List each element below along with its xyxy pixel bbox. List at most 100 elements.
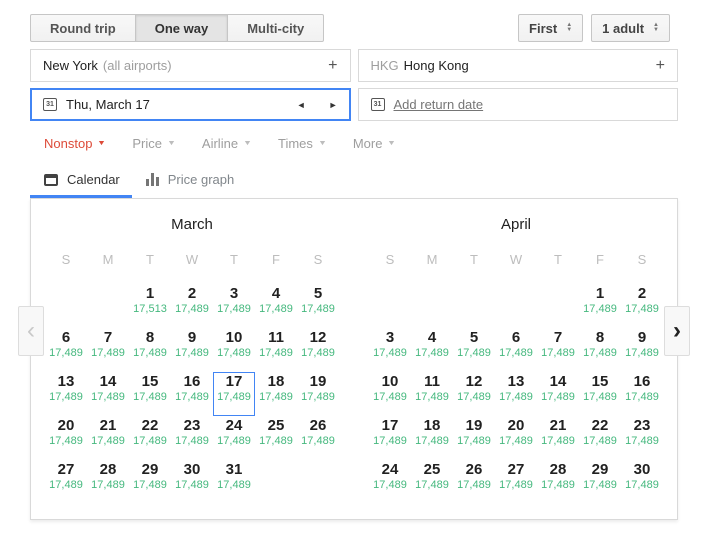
calendar-day-cell[interactable]: 1017,489 [213,328,255,372]
next-month-button[interactable]: › [664,306,690,356]
one-way-button[interactable]: One way [135,14,228,42]
day-price: 17,489 [297,302,339,316]
day-number: 28 [537,461,579,478]
prev-day-icon[interactable]: ◄ [297,100,306,110]
calendar-day-cell[interactable]: 117,489 [579,284,621,328]
calendar-day-cell[interactable]: 2017,489 [495,416,537,460]
calendar-day-cell[interactable]: 2817,489 [537,460,579,504]
return-date-field[interactable]: 31 Add return date [358,88,679,121]
calendar-day-cell[interactable]: 217,489 [171,284,213,328]
calendar-day-cell[interactable]: 1217,489 [453,372,495,416]
destination-field[interactable]: HKG Hong Kong + [358,49,679,82]
prev-month-button[interactable]: ‹ [18,306,44,356]
filter-price[interactable]: Price ▼ [132,136,175,151]
calendar-day-cell[interactable]: 1317,489 [45,372,87,416]
calendar-day-cell[interactable]: 417,489 [255,284,297,328]
day-number: 8 [579,329,621,346]
calendar-day-cell[interactable]: 2217,489 [579,416,621,460]
bar-chart-icon [146,173,159,186]
calendar-day-cell[interactable]: 1417,489 [537,372,579,416]
tab-price-graph[interactable]: Price graph [132,161,246,198]
calendar-day-cell[interactable]: 2517,489 [255,416,297,460]
plus-icon[interactable]: + [656,58,665,74]
calendar-day-cell[interactable]: 917,489 [171,328,213,372]
calendar-day-cell[interactable]: 2517,489 [411,460,453,504]
calendar-day-cell[interactable]: 1717,489 [213,372,255,416]
calendar-day-cell[interactable]: 1517,489 [579,372,621,416]
calendar-day-cell[interactable]: 1917,489 [453,416,495,460]
day-number: 11 [411,373,453,390]
plus-icon[interactable]: + [328,58,337,74]
filter-label: Times [278,136,313,151]
calendar-day-cell[interactable]: 517,489 [297,284,339,328]
calendar-empty-cell [87,284,129,328]
calendar-day-cell[interactable]: 517,489 [453,328,495,372]
calendar-day-cell[interactable]: 2617,489 [297,416,339,460]
calendar-day-cell[interactable]: 1117,489 [411,372,453,416]
day-number: 4 [411,329,453,346]
calendar-day-cell[interactable]: 1917,489 [297,372,339,416]
calendar-icon: 31 [43,98,57,111]
calendar-day-cell[interactable]: 1817,489 [255,372,297,416]
calendar-day-cell[interactable]: 2917,489 [579,460,621,504]
round-trip-button[interactable]: Round trip [30,14,136,42]
calendar-day-cell[interactable]: 1217,489 [297,328,339,372]
calendar-day-cell[interactable]: 1317,489 [495,372,537,416]
calendar-day-cell[interactable]: 2317,489 [171,416,213,460]
calendar-day-cell[interactable]: 1517,489 [129,372,171,416]
passenger-count-dropdown[interactable]: 1 adult ▲▼ [591,14,670,42]
calendar-day-cell[interactable]: 1117,489 [255,328,297,372]
calendar-day-cell[interactable]: 2017,489 [45,416,87,460]
calendar-day-cell[interactable]: 817,489 [579,328,621,372]
calendar-day-cell[interactable]: 717,489 [87,328,129,372]
calendar-day-cell[interactable]: 3017,489 [621,460,663,504]
calendar-day-cell[interactable]: 317,489 [213,284,255,328]
day-number: 1 [579,285,621,302]
calendar-day-cell[interactable]: 2717,489 [495,460,537,504]
calendar-day-cell[interactable]: 317,489 [369,328,411,372]
calendar-day-cell[interactable]: 2817,489 [87,460,129,504]
day-price: 17,489 [213,346,255,360]
calendar-day-cell[interactable]: 2917,489 [129,460,171,504]
calendar-day-cell[interactable]: 417,489 [411,328,453,372]
calendar-day-cell[interactable]: 3117,489 [213,460,255,504]
calendar-empty-cell [411,284,453,328]
filter-airline[interactable]: Airline ▼ [202,136,251,151]
calendar-day-cell[interactable]: 1017,489 [369,372,411,416]
calendar-day-cell[interactable]: 617,489 [45,328,87,372]
calendar-empty-cell [453,284,495,328]
calendar-day-cell[interactable]: 117,513 [129,284,171,328]
add-return-date-link[interactable]: Add return date [394,97,484,112]
calendar-day-cell[interactable]: 817,489 [129,328,171,372]
calendar-day-cell[interactable]: 2617,489 [453,460,495,504]
calendar-day-cell[interactable]: 3017,489 [171,460,213,504]
calendar-day-cell[interactable]: 2417,489 [369,460,411,504]
calendar-day-cell[interactable]: 2117,489 [537,416,579,460]
tab-calendar[interactable]: Calendar [30,161,132,198]
calendar-day-cell[interactable]: 1717,489 [369,416,411,460]
calendar-day-cell[interactable]: 917,489 [621,328,663,372]
calendar-day-cell[interactable]: 2717,489 [45,460,87,504]
filter-more[interactable]: More ▼ [353,136,396,151]
calendar-day-cell[interactable]: 717,489 [537,328,579,372]
calendar-day-cell[interactable]: 1617,489 [621,372,663,416]
calendar-day-cell[interactable]: 1617,489 [171,372,213,416]
cabin-class-dropdown[interactable]: First ▲▼ [518,14,583,42]
weekday-header: W [171,252,213,284]
multi-city-button[interactable]: Multi-city [227,14,324,42]
calendar-day-cell[interactable]: 2117,489 [87,416,129,460]
departure-date-field[interactable]: 31 Thu, March 17 ◄ ► [30,88,351,121]
next-day-icon[interactable]: ► [329,100,338,110]
calendar-day-cell[interactable]: 617,489 [495,328,537,372]
filter-times[interactable]: Times ▼ [278,136,326,151]
calendar-day-cell[interactable]: 1817,489 [411,416,453,460]
calendar-day-cell[interactable]: 2317,489 [621,416,663,460]
calendar-day-cell[interactable]: 2417,489 [213,416,255,460]
calendar-day-cell[interactable]: 1417,489 [87,372,129,416]
day-price: 17,489 [579,346,621,360]
calendar-day-cell[interactable]: 2217,489 [129,416,171,460]
calendar-day-cell[interactable]: 217,489 [621,284,663,328]
filter-nonstop[interactable]: Nonstop ▼ [44,136,105,151]
origin-field[interactable]: New York (all airports) + [30,49,351,82]
day-number: 10 [369,373,411,390]
